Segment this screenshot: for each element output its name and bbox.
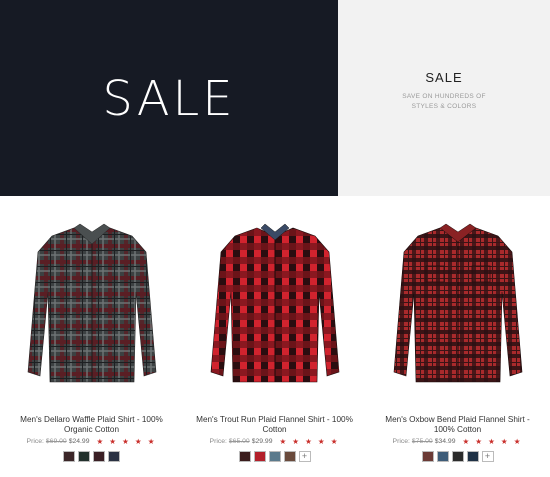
product-card[interactable]: Men's Trout Run Plaid Flannel Shirt - 10… [183,196,366,477]
product-price-row: Price: $75.00 $34.99 ★ ★ ★ ★ ★ [366,437,549,446]
color-swatch-list [0,451,183,462]
rating-stars-icon: ★ ★ ★ ★ ★ [96,437,157,446]
color-swatch[interactable] [108,451,120,462]
color-swatch[interactable] [63,451,75,462]
color-swatch[interactable] [78,451,90,462]
sale-price: $24.99 [68,438,90,445]
product-image-link[interactable] [0,222,183,392]
color-swatch[interactable] [283,451,296,462]
product-name-link[interactable]: Men's Oxbow Bend Plaid Flannel Shirt - 1… [374,415,541,435]
product-card[interactable]: Men's Dellaro Waffle Plaid Shirt - 100% … [0,196,183,477]
product-image-link[interactable] [183,222,366,392]
color-swatch[interactable] [421,451,434,462]
product-card[interactable]: Men's Oxbow Bend Plaid Flannel Shirt - 1… [366,196,549,477]
sale-hero-banner[interactable]: SALE SALE SAVE ON HUNDREDS OF STYLES & C… [0,0,550,196]
color-swatch[interactable] [238,451,251,462]
price-label: Price: [392,438,410,445]
shirt-gray-red-plaid-image [27,223,156,383]
shirt-red-black-plaid-image [393,223,522,383]
color-swatch[interactable] [253,451,266,462]
hero-title: SALE [425,70,463,85]
color-swatch[interactable] [451,451,464,462]
hero-subtitle-line-2: STYLES & COLORS [411,103,477,110]
more-colors-button[interactable]: + [481,451,494,462]
product-grid: Men's Dellaro Waffle Plaid Shirt - 100% … [0,196,550,477]
sale-hero-dark-panel[interactable]: SALE [0,0,338,196]
hero-subtitle: SAVE ON HUNDREDS OF STYLES & COLORS [338,92,550,112]
product-price-row: Price: $65.00 $29.99 ★ ★ ★ ★ ★ [183,437,366,446]
product-name-link[interactable]: Men's Dellaro Waffle Plaid Shirt - 100% … [8,415,175,435]
sale-price: $34.99 [434,438,456,445]
product-name-link[interactable]: Men's Trout Run Plaid Flannel Shirt - 10… [191,415,358,435]
price-label: Price: [26,438,44,445]
original-price: $65.00 [228,438,250,445]
color-swatch-list: + [366,451,549,462]
color-swatch[interactable] [93,451,105,462]
color-swatch[interactable] [268,451,281,462]
color-swatch[interactable] [436,451,449,462]
original-price: $75.00 [411,438,433,445]
shirt-red-black-buffalo-check-image [210,223,339,383]
rating-stars-icon: ★ ★ ★ ★ ★ [462,437,523,446]
product-image-link[interactable] [366,222,549,392]
original-price: $69.00 [45,438,67,445]
product-price-row: Price: $69.00 $24.99 ★ ★ ★ ★ ★ [0,437,183,446]
hero-big-sale-label: SALE [102,71,236,127]
more-colors-button[interactable]: + [298,451,311,462]
sale-hero-text-panel: SALE SAVE ON HUNDREDS OF STYLES & COLORS [338,0,550,196]
sale-price: $29.99 [251,438,273,445]
rating-stars-icon: ★ ★ ★ ★ ★ [279,437,340,446]
hero-subtitle-line-1: SAVE ON HUNDREDS OF [402,93,486,100]
price-label: Price: [209,438,227,445]
color-swatch-list: + [183,451,366,462]
color-swatch[interactable] [466,451,479,462]
